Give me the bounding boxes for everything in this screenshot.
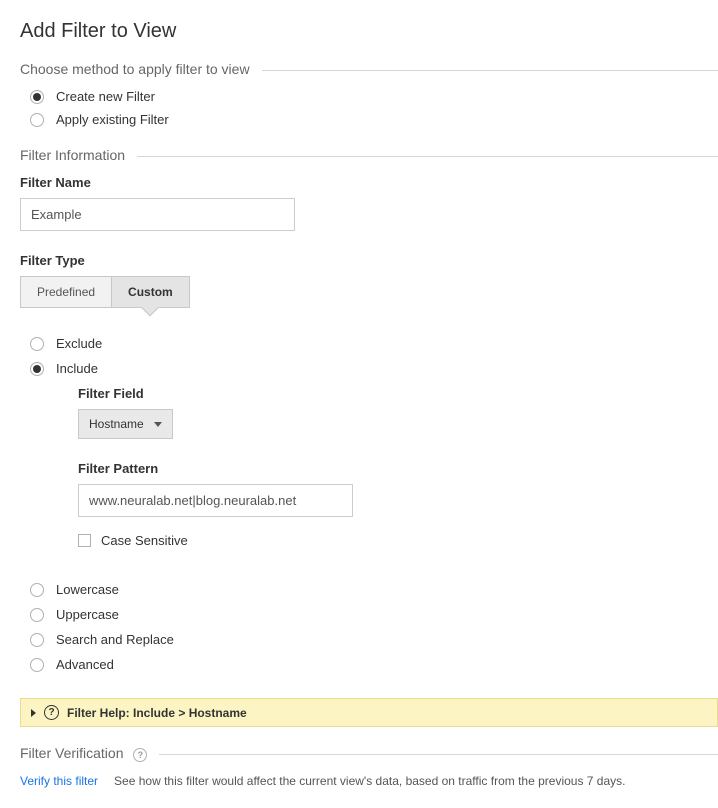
info-section-title: Filter Information [20,147,125,163]
divider [137,156,718,157]
filter-pattern-label: Filter Pattern [78,461,718,476]
verification-title: Filter Verification ? [20,745,147,762]
filter-field-dropdown[interactable]: Hostname [78,409,173,439]
method-radio-group: Create new Filter Apply existing Filter [30,89,718,127]
option-uppercase[interactable]: Uppercase [30,607,718,622]
option-advanced[interactable]: Advanced [30,657,718,672]
checkbox-label: Case Sensitive [101,533,188,548]
help-bar-text: Filter Help: Include > Hostname [67,706,247,720]
option-exclude[interactable]: Exclude [30,336,718,351]
divider [159,754,718,755]
dropdown-value: Hostname [89,417,144,431]
filter-name-block: Filter Name [20,175,718,231]
tab-predefined[interactable]: Predefined [20,276,112,308]
method-apply-existing[interactable]: Apply existing Filter [30,112,718,127]
case-sensitive-checkbox[interactable]: Case Sensitive [78,533,718,548]
filter-help-bar[interactable]: ? Filter Help: Include > Hostname [20,698,718,727]
verify-description: See how this filter would affect the cur… [114,774,625,788]
filter-type-tabs: Predefined Custom [20,276,718,308]
verify-row: Verify this filter See how this filter w… [20,774,718,788]
method-section-header: Choose method to apply filter to view [20,61,718,77]
caret-right-icon [31,709,36,717]
method-section-title: Choose method to apply filter to view [20,61,250,77]
filter-field-label: Filter Field [78,386,718,401]
verify-filter-link[interactable]: Verify this filter [20,774,98,788]
radio-icon [30,633,44,647]
radio-icon [30,90,44,104]
radio-label: Uppercase [56,607,119,622]
radio-label: Advanced [56,657,114,672]
radio-label: Lowercase [56,582,119,597]
help-icon[interactable]: ? [133,748,147,762]
radio-label: Apply existing Filter [56,112,169,127]
verification-title-text: Filter Verification [20,745,123,761]
help-icon: ? [44,705,59,720]
page-title: Add Filter to View [20,20,718,43]
caret-down-icon [154,422,162,427]
radio-icon [30,658,44,672]
radio-icon [30,113,44,127]
include-settings: Filter Field Hostname Filter Pattern Cas… [78,386,718,548]
tab-notch-icon [142,300,159,317]
filter-type-label: Filter Type [20,253,718,268]
radio-label: Create new Filter [56,89,155,104]
verification-section-header: Filter Verification ? [20,745,718,762]
option-include[interactable]: Include [30,361,718,376]
radio-label: Include [56,361,98,376]
method-create-new[interactable]: Create new Filter [30,89,718,104]
radio-icon [30,583,44,597]
filter-pattern-block: Filter Pattern [78,461,718,517]
info-section-header: Filter Information [20,147,718,163]
radio-label: Search and Replace [56,632,174,647]
radio-label: Exclude [56,336,102,351]
tab-custom-label: Custom [128,285,173,299]
radio-icon [30,362,44,376]
checkbox-icon [78,534,91,547]
divider [262,70,718,71]
option-lowercase[interactable]: Lowercase [30,582,718,597]
filter-pattern-input[interactable] [78,484,353,517]
tab-custom[interactable]: Custom [112,276,190,308]
radio-icon [30,337,44,351]
radio-icon [30,608,44,622]
custom-options-group: Exclude Include Filter Field Hostname Fi… [30,336,718,672]
filter-name-input[interactable] [20,198,295,231]
filter-type-block: Filter Type Predefined Custom [20,253,718,308]
filter-name-label: Filter Name [20,175,718,190]
option-search-replace[interactable]: Search and Replace [30,632,718,647]
